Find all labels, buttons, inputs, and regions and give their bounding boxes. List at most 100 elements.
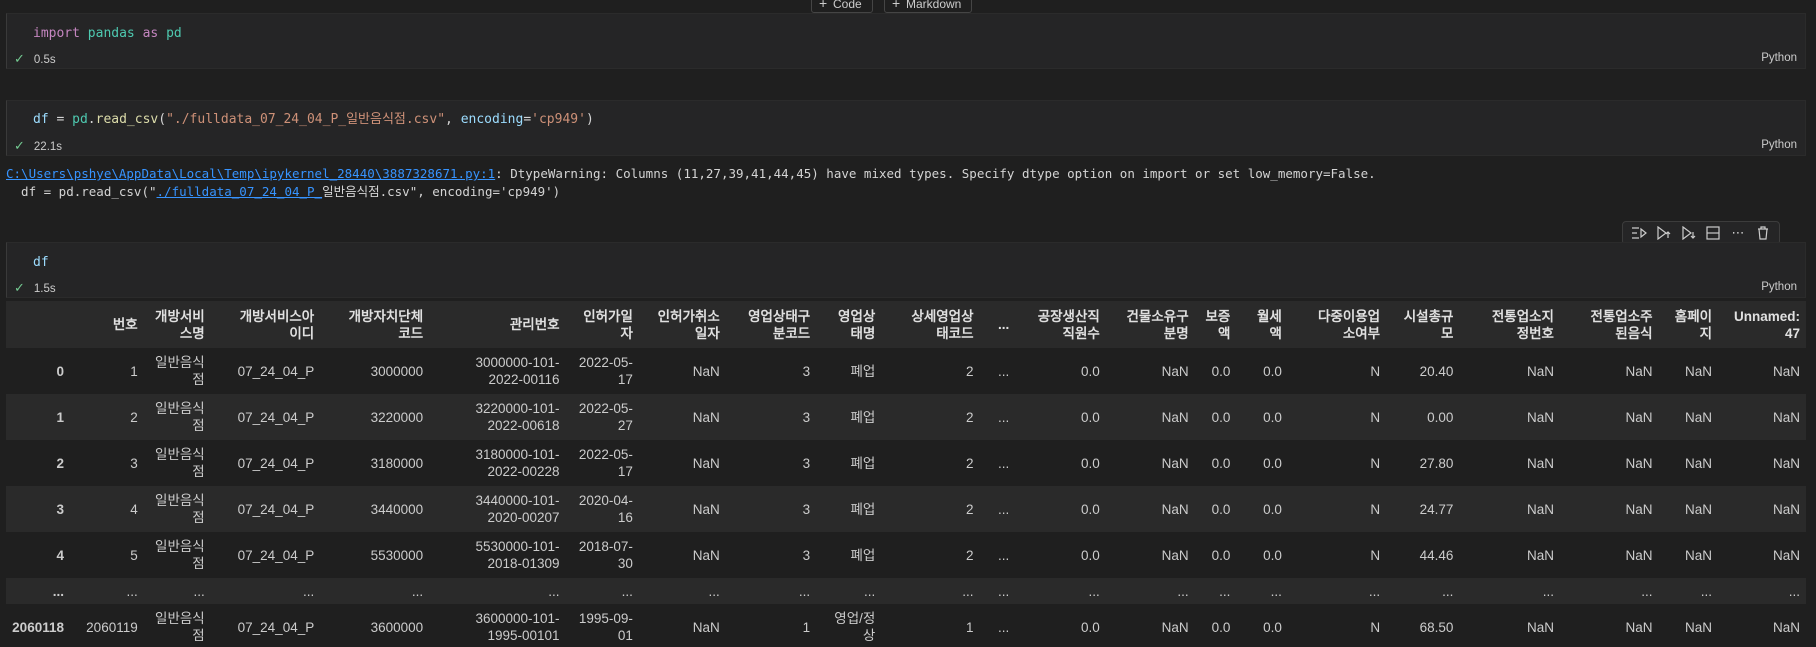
column-header: 관리번호: [429, 301, 566, 348]
check-icon: ✓: [14, 138, 25, 153]
row-index: 4: [56, 547, 64, 563]
table-cell: 영업/정 상: [834, 611, 876, 643]
split-cell-icon[interactable]: [1703, 223, 1723, 243]
column-header: 시설총규 모: [1386, 301, 1460, 348]
table-cell: ...: [864, 583, 876, 599]
table-cell: 2: [966, 501, 974, 517]
table-cell: 3440000-101- 2020-00207: [475, 493, 560, 525]
code-cell-df[interactable]: df ✓ 1.5s Python: [6, 242, 1806, 298]
column-header: 월세 액: [1236, 301, 1288, 348]
cell-language[interactable]: Python: [1761, 281, 1797, 293]
table-cell: NaN: [1772, 547, 1800, 563]
warning-path-link[interactable]: ./fulldata_07_24_04_P_: [157, 184, 323, 199]
table-cell: NaN: [1625, 409, 1653, 425]
table-cell: 0.0: [1263, 363, 1282, 379]
table-cell: ...: [997, 583, 1010, 599]
table-cell: N: [1370, 547, 1381, 563]
table-cell: 0.0: [1081, 455, 1100, 471]
table-cell: 07_24_04_P: [237, 547, 315, 563]
row-index: 1: [56, 409, 64, 425]
column-header: 건물소유구 분명: [1105, 301, 1195, 348]
dataframe-output: 번호 개방서비 스명 개방서비스아 이디 개방자치단체 코드 관리번호 인허가일 자 인허가취소 일자…: [6, 301, 1806, 647]
table-cell: 3600000-101- 1995-00101: [475, 611, 560, 643]
table-cell: NaN: [1526, 619, 1554, 635]
cell-code[interactable]: import pandas as pd: [33, 25, 182, 43]
add-markdown-cell-button[interactable]: + Markdown: [884, 0, 973, 13]
table-cell: 2022-05- 17: [578, 447, 633, 479]
table-cell: 5: [130, 547, 138, 563]
cell-language[interactable]: Python: [1761, 52, 1797, 64]
cell-code[interactable]: df: [33, 254, 49, 272]
table-cell: 1: [966, 619, 974, 635]
table-cell: ...: [1088, 583, 1100, 599]
table-cell: ...: [997, 501, 1010, 517]
table-cell: NaN: [1772, 363, 1800, 379]
table-cell: NaN: [1526, 547, 1554, 563]
table-cell: NaN: [692, 501, 720, 517]
table-cell: 0.0: [1081, 409, 1100, 425]
table-cell: ...: [193, 583, 205, 599]
table-row: 2060118 2060119 일반음식 점 07_24_04_P 3600000 3600…: [6, 604, 1806, 647]
table-cell: ...: [621, 583, 633, 599]
table-cell: NaN: [1625, 363, 1653, 379]
table-cell: 폐업: [850, 455, 876, 471]
table-cell: NaN: [1526, 455, 1554, 471]
table-cell: 3000000-101- 2022-00116: [475, 355, 560, 387]
table-cell: 2: [966, 409, 974, 425]
row-index: ...: [52, 583, 64, 599]
table-cell: 3600000: [370, 619, 424, 635]
table-row: 4 5 일반음식 점 07_24_04_P 5530000 5530000-101- 2018…: [6, 532, 1806, 578]
cell-code[interactable]: df = pd.read_csv("./fulldata_07_24_04_P_…: [33, 111, 594, 129]
delete-icon[interactable]: [1753, 223, 1773, 243]
table-cell: NaN: [1161, 619, 1189, 635]
execute-above-icon[interactable]: [1654, 223, 1674, 243]
column-header: 홈페이 지: [1658, 301, 1719, 348]
column-header: 개방서비 스명: [143, 301, 211, 348]
code-cell-read-csv[interactable]: df = pd.read_csv("./fulldata_07_24_04_P_…: [6, 100, 1806, 156]
table-cell: 3: [802, 409, 811, 425]
table-cell: 68.50: [1419, 619, 1454, 635]
table-cell: N: [1370, 363, 1381, 379]
table-cell: ...: [1270, 583, 1282, 599]
table-cell: 3: [802, 547, 811, 563]
table-cell: NaN: [1685, 619, 1713, 635]
table-cell: 0.0: [1081, 547, 1100, 563]
table-cell: 5530000-101- 2018-01309: [475, 539, 560, 571]
table-cell: ...: [1219, 583, 1231, 599]
code-cell-import[interactable]: import pandas as pd ✓ 0.5s Python: [6, 13, 1806, 69]
table-row: 3 4 일반음식 점 07_24_04_P 3440000 3440000-101- 2020…: [6, 486, 1806, 532]
table-cell: 0.0: [1211, 409, 1231, 425]
table-cell: N: [1370, 409, 1381, 425]
table-cell: 2: [966, 455, 974, 471]
more-icon[interactable]: ⋯: [1728, 223, 1748, 243]
table-cell: 20.40: [1419, 363, 1454, 379]
table-cell: 2022-05- 17: [578, 355, 633, 387]
table-cell: ...: [997, 363, 1010, 379]
column-header: 전통업소주 된음식: [1559, 301, 1659, 348]
table-cell: 3000000: [370, 363, 424, 379]
table-cell: ...: [997, 619, 1010, 635]
table-cell: NaN: [1685, 363, 1713, 379]
table-cell: 2018-07- 30: [578, 539, 633, 571]
run-by-line-icon[interactable]: [1629, 223, 1649, 243]
row-index: 3: [56, 501, 64, 517]
table-cell: 0.0: [1081, 619, 1100, 635]
table-cell: 0.0: [1263, 619, 1282, 635]
row-index: 2060118: [12, 619, 64, 635]
table-cell: 5530000: [370, 547, 424, 563]
table-cell: 0.0: [1263, 501, 1282, 517]
table-cell: 3180000-101- 2022-00228: [475, 447, 560, 479]
table-cell: 0.0: [1211, 501, 1231, 517]
plus-icon: +: [819, 0, 828, 11]
column-header: Unnamed: 47: [1718, 301, 1806, 348]
execute-below-icon[interactable]: [1679, 223, 1699, 243]
cell-language[interactable]: Python: [1761, 139, 1797, 151]
table-cell: 3: [130, 455, 138, 471]
column-header: 번호: [69, 301, 144, 348]
warning-source-link[interactable]: C:\Users\pshye\AppData\Local\Temp\ipyker…: [6, 166, 495, 181]
table-cell: ...: [962, 583, 974, 599]
table-cell: 0.0: [1081, 363, 1100, 379]
add-code-cell-button[interactable]: + Code: [811, 0, 873, 13]
table-cell: NaN: [1526, 409, 1554, 425]
table-cell: ...: [1700, 583, 1713, 599]
